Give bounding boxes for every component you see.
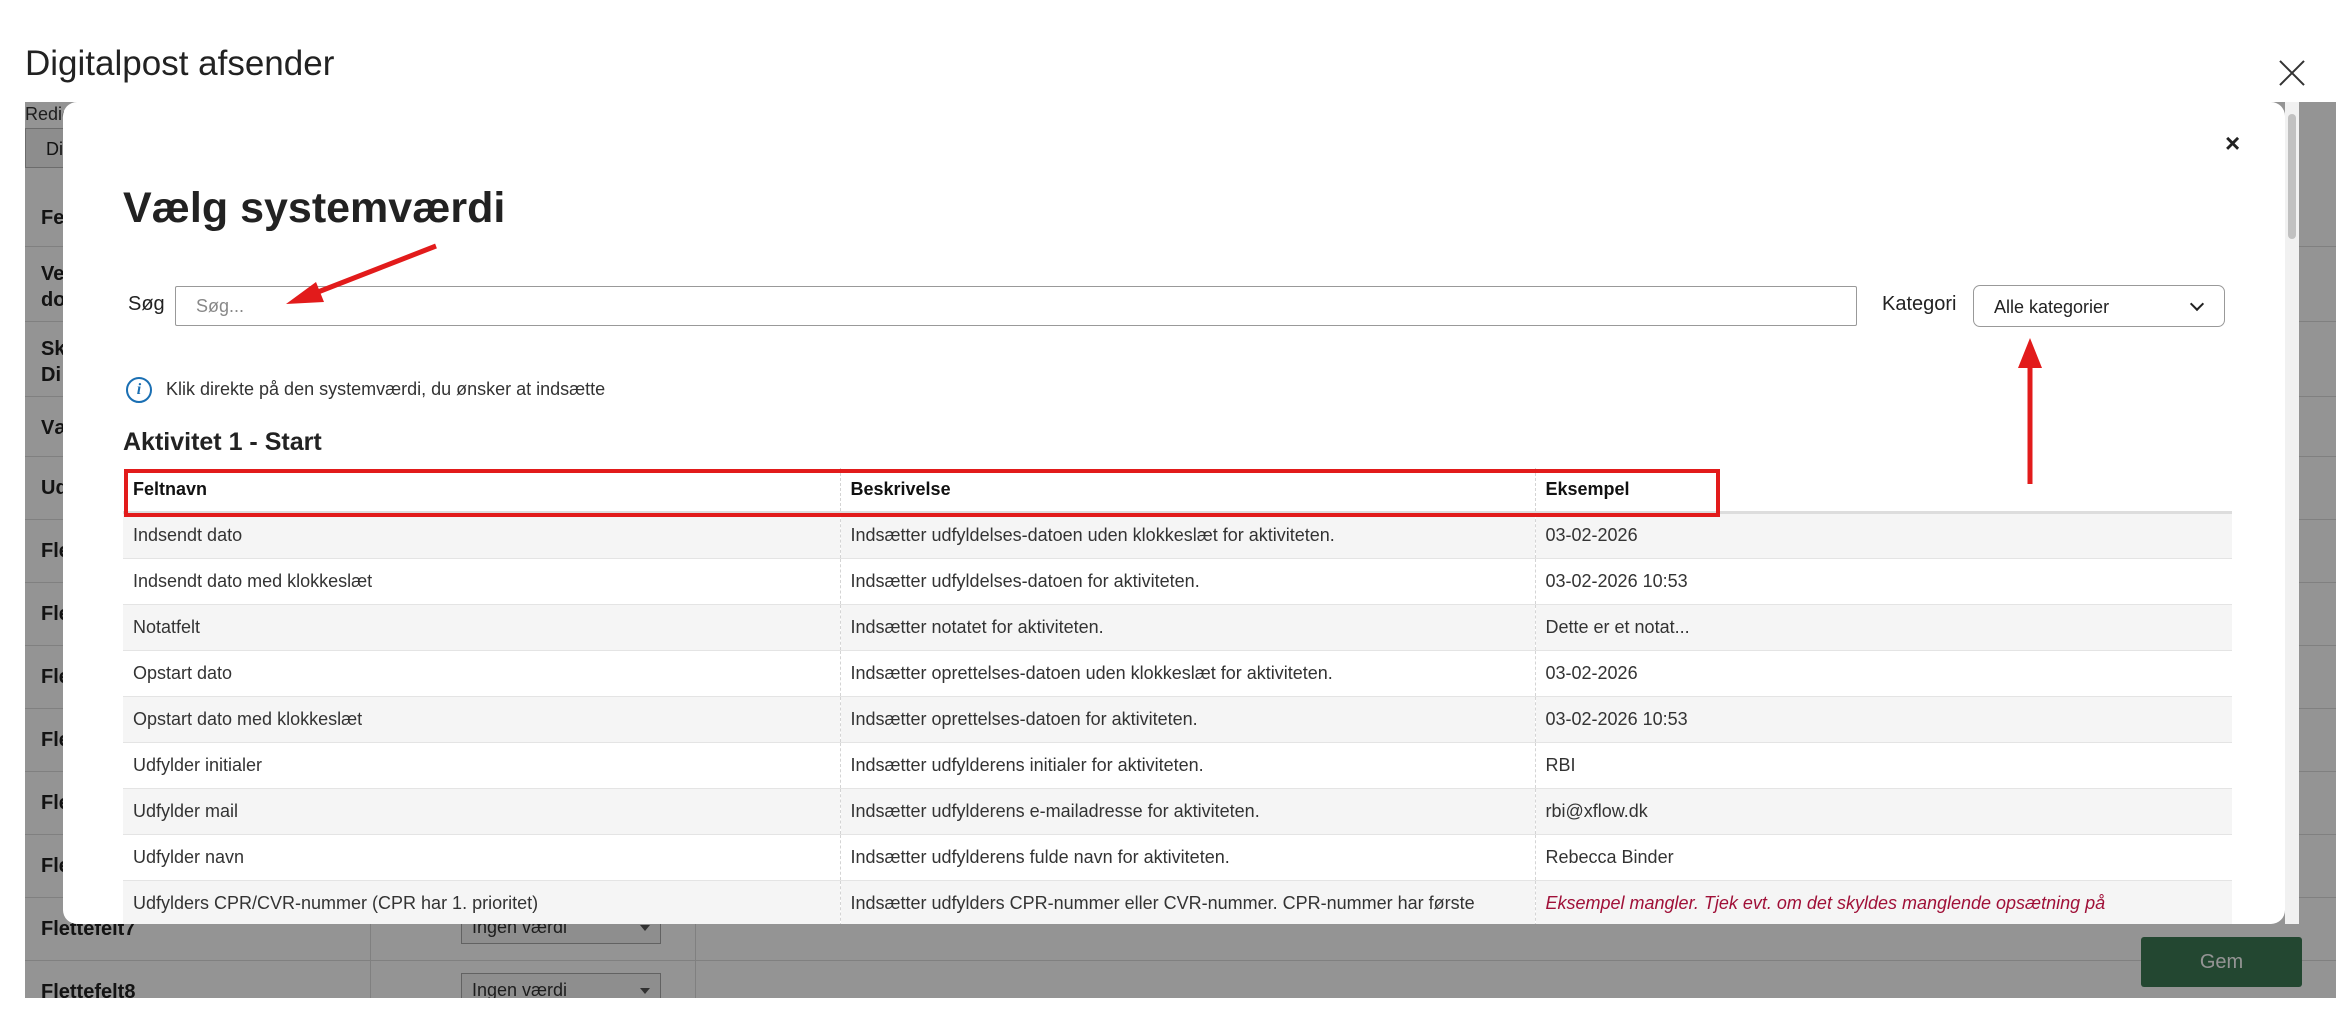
field-name-cell[interactable]: Indsendt dato [123, 512, 840, 559]
table-row[interactable]: Udfylder initialer Indsætter udfylderens… [123, 742, 2232, 789]
description-cell[interactable]: Indsætter notatet for aktiviteten. [839, 604, 1535, 651]
field-name-cell[interactable]: Udfylder initialer [123, 742, 840, 789]
system-value-dialog: × Vælg systemværdi Søg Kategori Alle kat… [63, 102, 2285, 924]
table-row[interactable]: Notatfelt Indsætter notatet for aktivite… [123, 604, 2232, 651]
scrollbar-thumb[interactable] [2288, 114, 2296, 239]
description-cell[interactable]: Indsætter udfylderens e-mailadresse for … [839, 788, 1535, 835]
table-row[interactable]: Udfylder mail Indsætter udfylderens e-ma… [123, 788, 2232, 835]
chevron-down-icon [2189, 296, 2205, 312]
example-cell[interactable]: 03-02-2026 10:53 [1534, 558, 2232, 605]
description-cell[interactable]: Indsætter oprettelses-datoen uden klokke… [839, 650, 1535, 697]
modal-scrollbar[interactable] [2285, 102, 2299, 924]
description-cell[interactable]: Indsætter udfyldelses-datoen for aktivit… [839, 558, 1535, 605]
category-select[interactable]: Alle kategorier [1973, 285, 2225, 327]
example-cell[interactable]: Dette er et notat... [1534, 604, 2232, 651]
field-name-cell[interactable]: Udfylders CPR/CVR-nummer (CPR har 1. pri… [123, 880, 840, 924]
modal-title: Vælg systemværdi [123, 184, 506, 232]
category-label: Kategori [1882, 293, 1957, 315]
modal-close-button[interactable]: × [2225, 130, 2240, 156]
column-header-beskrivelse: Beskrivelse [839, 468, 1535, 514]
section-heading: Aktivitet 1 - Start [123, 428, 322, 456]
description-cell[interactable]: Indsætter oprettelses-datoen for aktivit… [839, 696, 1535, 743]
search-input[interactable] [175, 286, 1857, 326]
example-cell[interactable]: rbi@xflow.dk [1534, 788, 2232, 835]
page-title: Digitalpost afsender [25, 44, 335, 83]
column-header-eksempel: Eksempel [1534, 468, 2232, 514]
field-name-cell[interactable]: Indsendt dato med klokkeslæt [123, 558, 840, 605]
table-row[interactable]: Opstart dato Indsætter oprettelses-datoe… [123, 650, 2232, 697]
example-missing-cell[interactable]: Eksempel mangler. Tjek evt. om det skyld… [1534, 880, 2232, 924]
field-name-cell[interactable]: Opstart dato med klokkeslæt [123, 696, 840, 743]
example-cell[interactable]: 03-02-2026 10:53 [1534, 696, 2232, 743]
description-cell[interactable]: Indsætter udfylderens fulde navn for akt… [839, 834, 1535, 881]
table-row[interactable]: Indsendt dato Indsætter udfyldelses-dato… [123, 512, 2232, 559]
example-cell[interactable]: Rebecca Binder [1534, 834, 2232, 881]
description-cell[interactable]: Indsætter udfylders CPR-nummer eller CVR… [839, 880, 1535, 924]
column-header-feltnavn: Feltnavn [123, 468, 840, 514]
field-name-cell[interactable]: Opstart dato [123, 650, 840, 697]
field-name-cell[interactable]: Udfylder navn [123, 834, 840, 881]
example-cell[interactable]: 03-02-2026 [1534, 512, 2232, 559]
field-name-cell[interactable]: Notatfelt [123, 604, 840, 651]
example-cell[interactable]: 03-02-2026 [1534, 650, 2232, 697]
field-name-cell[interactable]: Udfylder mail [123, 788, 840, 835]
info-icon: i [126, 377, 152, 403]
table-row[interactable]: Udfylder navn Indsætter udfylderens fuld… [123, 834, 2232, 881]
category-selected-value: Alle kategorier [1994, 297, 2110, 317]
description-cell[interactable]: Indsætter udfyldelses-datoen uden klokke… [839, 512, 1535, 559]
close-icon[interactable] [2275, 56, 2309, 90]
example-cell[interactable]: RBI [1534, 742, 2232, 789]
table-row[interactable]: Opstart dato med klokkeslæt Indsætter op… [123, 696, 2232, 743]
description-cell[interactable]: Indsætter udfylderens initialer for akti… [839, 742, 1535, 789]
system-values-table: Feltnavn Beskrivelse Eksempel Indsendt d… [123, 468, 2232, 924]
info-text: Klik direkte på den systemværdi, du ønsk… [166, 379, 606, 399]
table-row[interactable]: Udfylders CPR/CVR-nummer (CPR har 1. pri… [123, 880, 2232, 924]
search-label: Søg [128, 293, 165, 315]
table-row[interactable]: Indsendt dato med klokkeslæt Indsætter u… [123, 558, 2232, 605]
table-header-row: Feltnavn Beskrivelse Eksempel [123, 468, 2232, 514]
